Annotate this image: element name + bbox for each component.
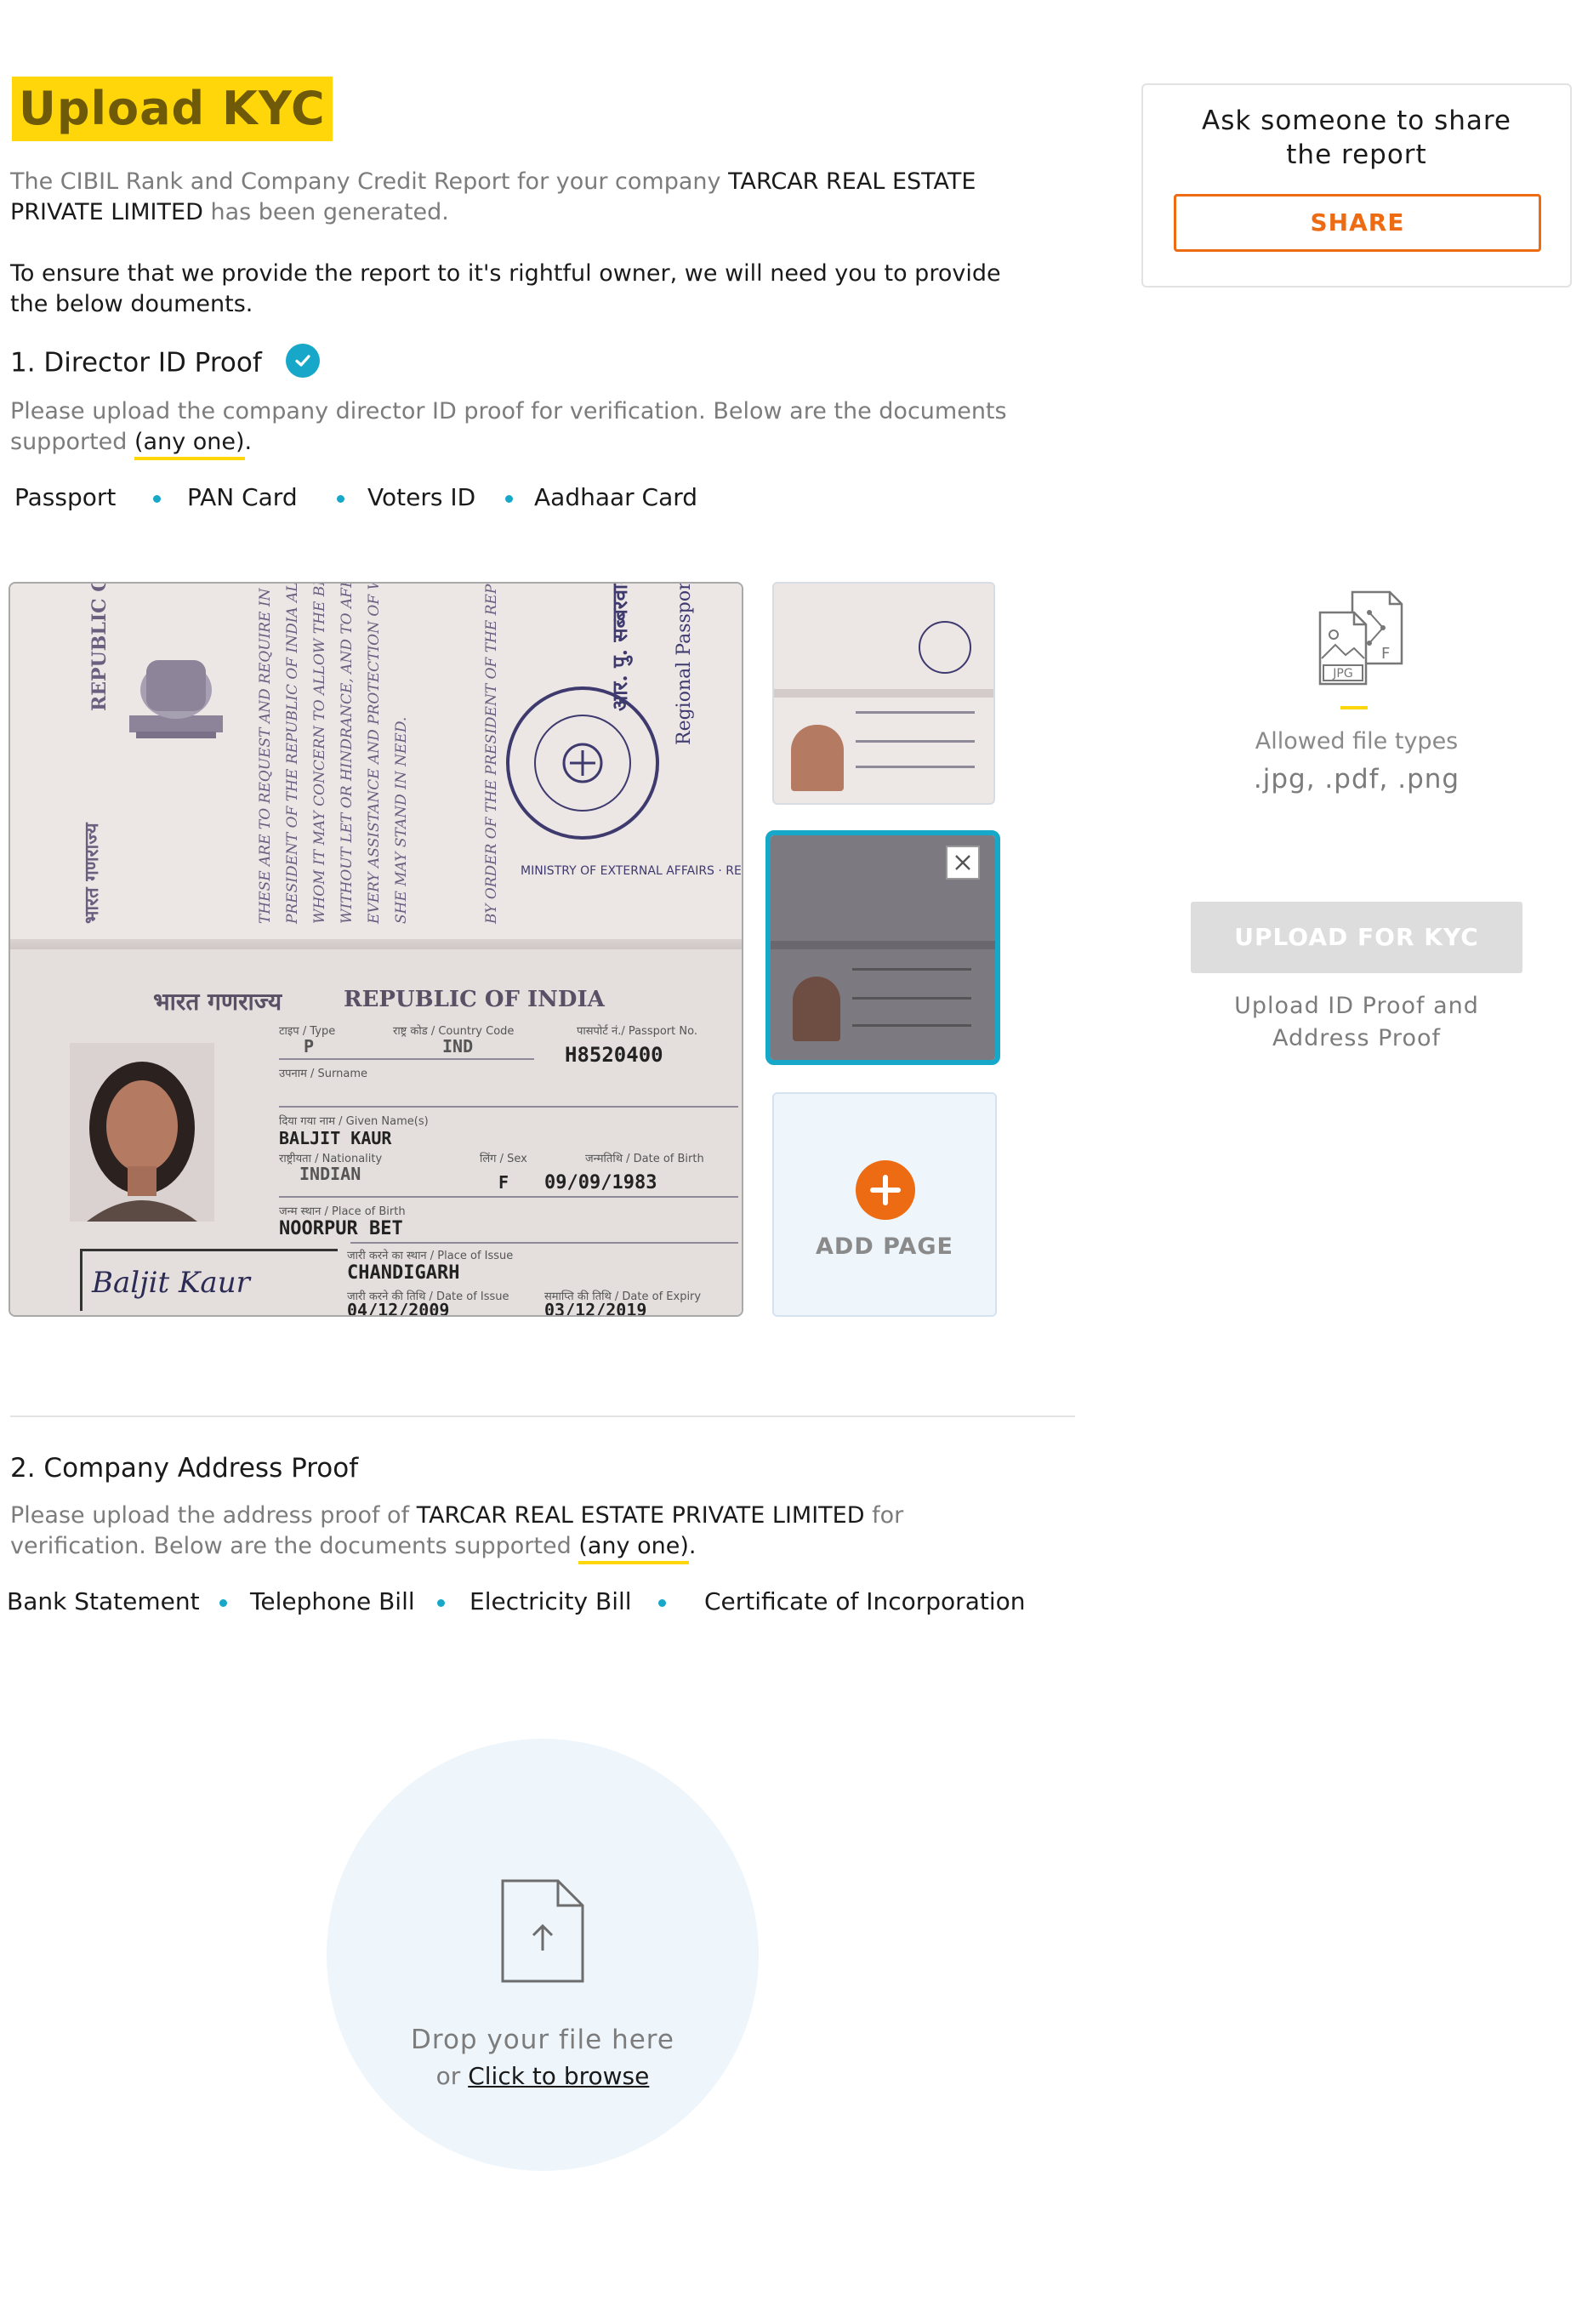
passport-bio-page: भारत गणराज्य REPUBLIC OF INDIA टाइप / Ty… [10,949,742,1315]
type-value: P [304,1036,315,1057]
close-icon [955,855,970,870]
any-one-label: (any one) [134,429,245,460]
director-description: Please upload the company director ID pr… [10,396,1039,460]
country-value: IND [442,1036,474,1057]
signature: Baljit Kaur [92,1266,250,1300]
director-doc-list: Passport PAN Card Voters ID Aadhaar Card [0,483,1055,517]
passport-preview[interactable]: भारत गणराज्य REPUBLIC OF INDIA THESE ARE… [9,582,743,1317]
doc-item-voters: Voters ID [367,483,476,511]
doe-value: 03/12/2019 [544,1300,647,1317]
photo-avatar [70,1043,214,1222]
doc-item-electricity-bill: Electricity Bill [469,1587,632,1615]
side-republic-en: REPUBLIC OF INDIA [88,582,111,711]
address-section-title: 2. Company Address Proof [10,1453,359,1484]
address-description: Please upload the address proof of TARCA… [10,1501,971,1564]
bullet-dot [505,495,513,503]
doc-item-telephone-bill: Telephone Bill [250,1587,415,1615]
add-page-label: ADD PAGE [816,1233,953,1260]
bullet-dot [219,1599,227,1607]
surname-label: उपनाम / Surname [279,1068,367,1080]
dob-label: जन्मतिथि / Date of Birth [585,1153,704,1165]
passport-text-line: SHE MAY STAND IN NEED. [393,716,410,924]
bullet-dot [437,1599,445,1607]
period: . [688,1533,697,1559]
add-page-button[interactable]: ADD PAGE [772,1092,997,1317]
sex-label: लिंग / Sex [480,1153,527,1165]
upload-hint: Upload ID Proof and Address Proof [1234,993,1479,1051]
director-title-text: 1. Director ID Proof [10,347,262,379]
intro-suffix: has been generated. [210,199,449,225]
doc-item-bank-statement: Bank Statement [7,1587,200,1615]
share-title: Ask someone to share the report [1202,105,1511,170]
passport-text-line: EVERY ASSISTANCE AND PROTECTION OF WHICH… [366,582,383,924]
file-types-icon: F JPG [1318,590,1403,686]
republic-hi: भारत गणराज्य [153,988,282,1016]
address-desc-prefix: Please upload the address proof of [10,1502,410,1529]
drop-text: Drop your file here [411,2025,674,2055]
director-section-title: 1. Director ID Proof [10,344,320,381]
file-icon-letter: F [1381,645,1390,663]
doc-item-passport: Passport [14,483,117,511]
passport-text-line: BY ORDER OF THE PRESIDENT OF THE REPUBLI… [483,582,500,924]
page-title: Upload KYC [12,77,333,141]
doc-item-pan: PAN Card [187,483,298,511]
side-republic-hi: भारत गणराज्य [81,823,103,924]
officer-title: Regional Passport Officer [674,582,695,745]
section-divider [10,1415,1075,1417]
officer-name-hi: आर. पु. सब्बरवाल [607,582,632,711]
allowed-types: .jpg, .pdf, .png [1253,764,1460,795]
sex-value: F [498,1172,509,1193]
stamp-icon [506,686,659,840]
nationality-value: INDIAN [299,1164,361,1184]
passport-top-page: भारत गणराज्य REPUBLIC OF INDIA THESE ARE… [10,584,742,949]
browse-link[interactable]: Click to browse [468,2062,649,2090]
page-thumbnail-2-selected[interactable] [765,830,1000,1065]
doi-value: 04/12/2009 [347,1300,450,1317]
doc-item-incorporation: Certificate of Incorporation [704,1587,1026,1615]
intro-paragraph: The CIBIL Rank and Company Credit Report… [10,167,1039,228]
doc-item-aadhaar: Aadhaar Card [534,483,698,511]
intro-instruction: To ensure that we provide the report to … [10,260,1001,317]
plus-icon [856,1160,915,1220]
share-button[interactable]: SHARE [1174,194,1541,252]
pob-label: जन्म स्थान / Place of Birth [279,1205,406,1218]
emblem-icon [129,660,223,738]
page-thumbnail-1[interactable] [772,582,995,805]
passport-text-line: WHOM IT MAY CONCERN TO ALLOW THE BEARER … [311,582,328,924]
poi-label: जारी करने का स्थान / Place of Issue [347,1250,514,1262]
bullet-dot [658,1599,666,1607]
passport-text-line: PRESIDENT OF THE REPUBLIC OF INDIA ALL T… [284,582,301,924]
bullet-dot [153,495,161,503]
share-card: Ask someone to share the report SHARE [1141,83,1572,288]
remove-page-button[interactable] [946,846,980,880]
file-icon-label: JPG [1332,667,1352,681]
check-circle-icon [285,344,320,378]
passport-no-value: H8520400 [565,1043,663,1067]
pob-value: NOORPUR BET [279,1218,403,1239]
file-dropzone[interactable]: Drop your file here or Click to browse [327,1739,759,2171]
given-label: दिया गया नाम / Given Name(s) [279,1115,429,1128]
bullet-dot [337,495,344,503]
dob-value: 09/09/1983 [544,1172,657,1193]
address-doc-list: Bank Statement Telephone Bill Electricit… [0,1587,1072,1621]
upload-for-kyc-button[interactable]: UPLOAD FOR KYC [1191,902,1522,973]
period: . [244,429,253,455]
any-one-label: (any one) [578,1533,689,1564]
yellow-accent-bar [1340,706,1368,709]
stamp-text: MINISTRY OF EXTERNAL AFFAIRS · REGIONAL … [521,864,742,878]
poi-value: CHANDIGARH [347,1262,460,1284]
browse-line: or Click to browse [327,2062,759,2090]
upload-file-icon [501,1879,584,1983]
republic-en: REPUBLIC OF INDIA [344,987,605,1012]
or-text: or [435,2062,461,2090]
address-company-name: TARCAR REAL ESTATE PRIVATE LIMITED [416,1502,865,1529]
passport-text-line: WITHOUT LET OR HINDRANCE, AND TO AFFORD … [339,582,356,924]
intro-prefix: The CIBIL Rank and Company Credit Report… [10,168,721,195]
passport-no-label: पासपोर्ट नं./ Passport No. [577,1025,697,1038]
given-value: BALJIT KAUR [279,1128,392,1148]
passport-text-line: THESE ARE TO REQUEST AND REQUIRE IN THE … [257,582,274,924]
allowed-title: Allowed file types [1255,728,1459,755]
